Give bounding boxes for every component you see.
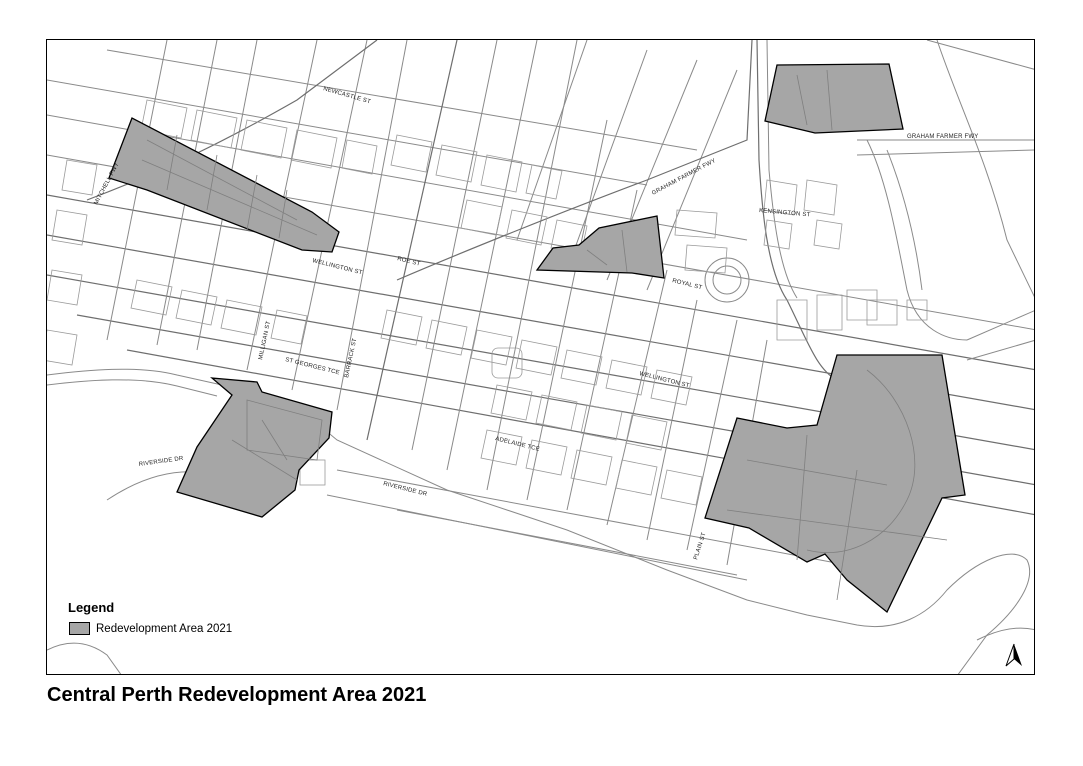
street-label-milligan: MILLIGAN ST — [258, 320, 272, 360]
street-label-wellington-east: WELLINGTON ST — [639, 371, 691, 389]
north-arrow-icon — [1005, 643, 1022, 667]
street-label-riverside-dr: RIVERSIDE DR — [383, 481, 429, 498]
legend-item-label: Redevelopment Area 2021 — [96, 622, 233, 635]
redevelopment-area-perth-cultural[interactable] — [176, 377, 333, 518]
redevelopment-area-east-perth[interactable] — [704, 354, 966, 614]
redevelopment-area-northbridge[interactable] — [108, 117, 340, 253]
street-label-barrack: BARRACK ST — [344, 338, 358, 379]
street-label-adelaide: ADELAIDE TCE — [495, 436, 541, 453]
map-frame: NEWCASTLE ST MITCHELL FWY GRAHAM FARMER … — [46, 39, 1035, 675]
redevelopment-area-graham-farmer[interactable] — [764, 63, 904, 134]
legend-item: Redevelopment Area 2021 — [68, 622, 232, 635]
legend-title: Legend — [68, 600, 115, 615]
street-label-riverside-dr-west: RIVERSIDE DR — [138, 456, 184, 468]
map-canvas: NEWCASTLE ST MITCHELL FWY GRAHAM FARMER … — [47, 40, 1034, 674]
street-label-kensington: KENSINGTON ST — [759, 208, 811, 218]
street-label-graham-farmer-2: GRAHAM FARMER FWY — [907, 134, 978, 140]
legend: Legend Redevelopment Area 2021 — [68, 600, 232, 635]
redevelopment-areas — [108, 63, 966, 614]
street-label-mitchell: MITCHELL FWY — [93, 162, 120, 206]
street-label-wellington-west: WELLINGTON ST — [312, 258, 364, 276]
street-label-newcastle: NEWCASTLE ST — [322, 86, 371, 105]
street-label-roe: ROE ST — [397, 256, 421, 268]
street-label-royal: ROYAL ST — [672, 278, 703, 291]
street-label-graham-farmer-1: GRAHAM FARMER FWY — [651, 158, 717, 197]
legend-swatch — [69, 622, 90, 635]
street-label-plain: PLAIN ST — [693, 532, 707, 561]
map-title: Central Perth Redevelopment Area 2021 — [47, 684, 427, 706]
